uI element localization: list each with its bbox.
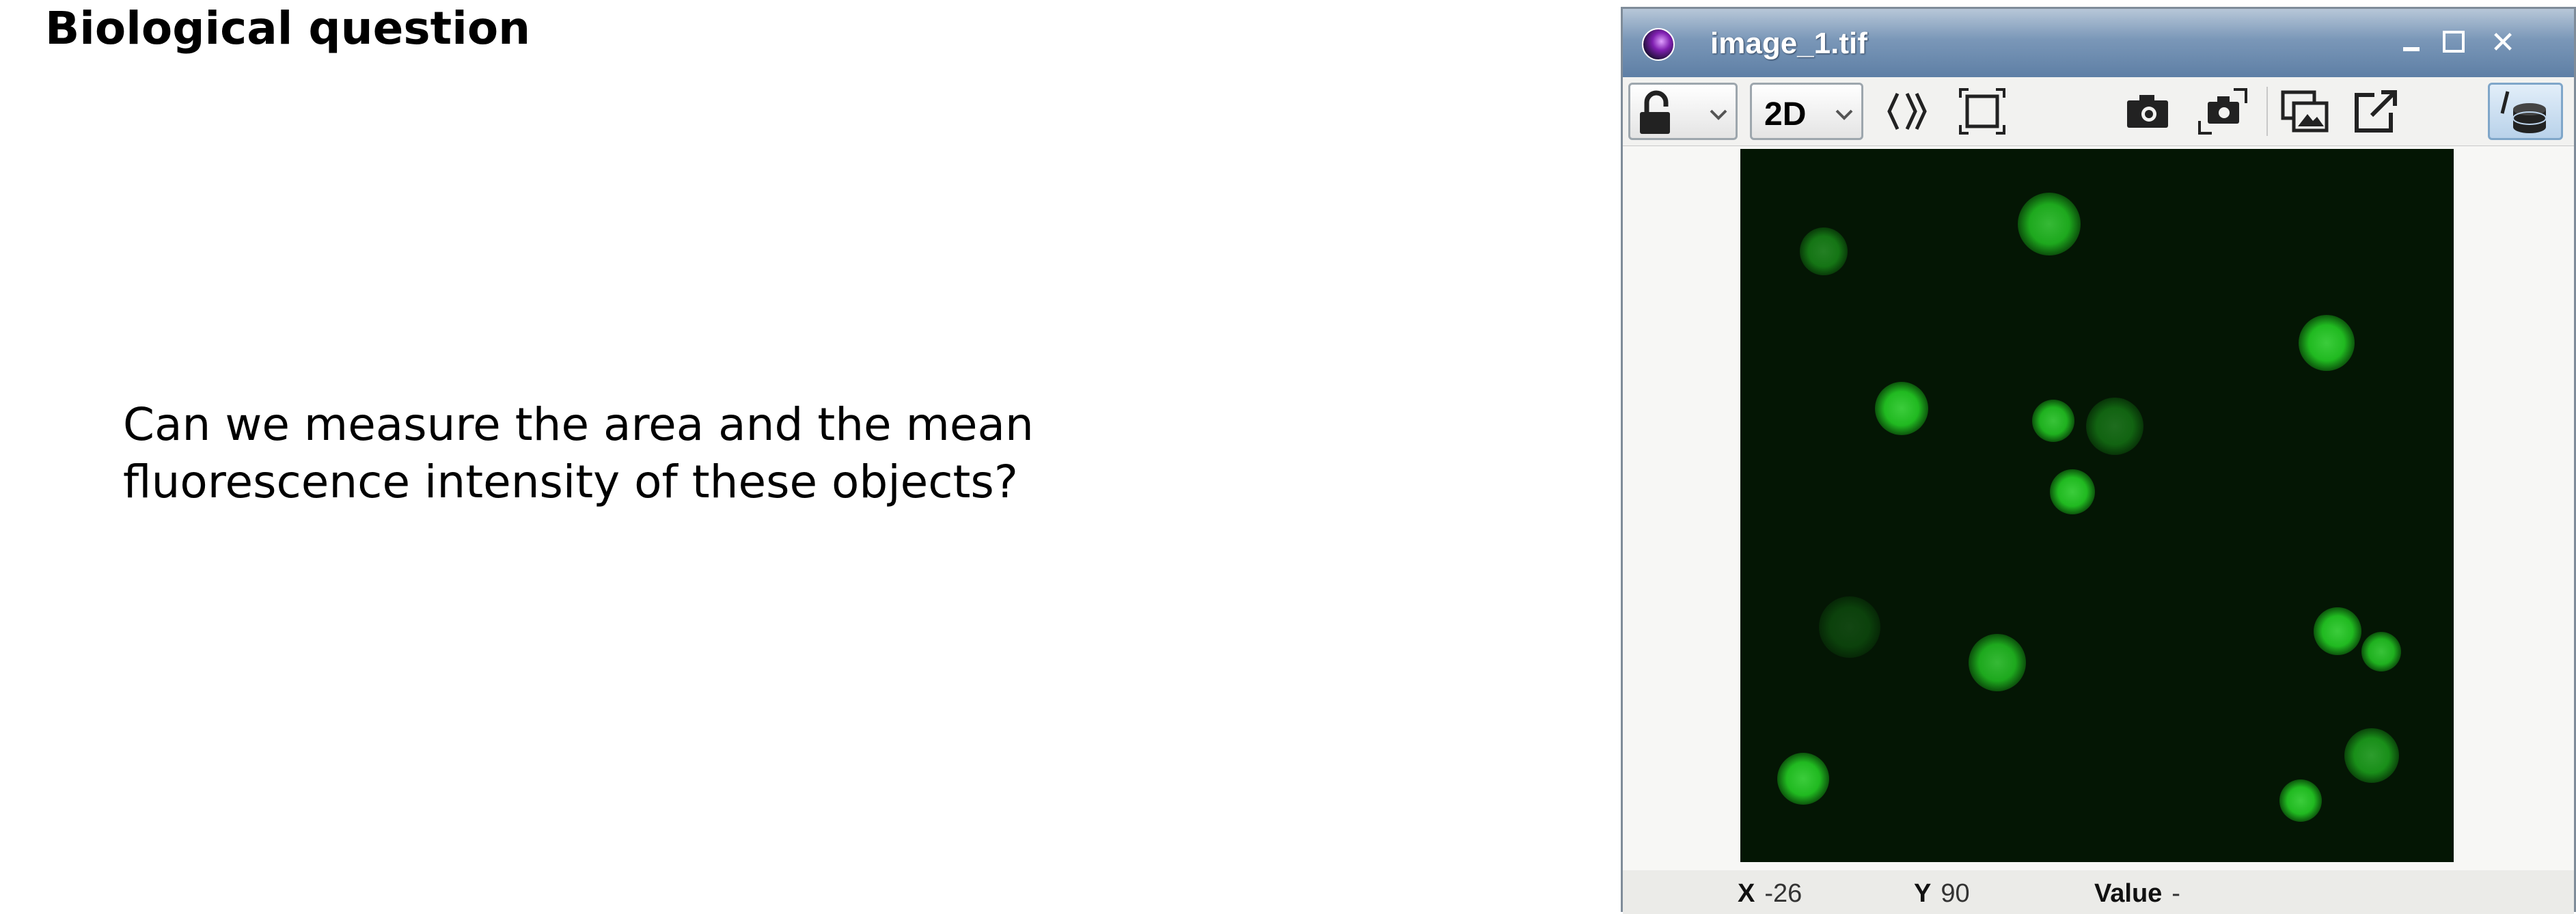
fit-to-window-icon [1959,88,2005,135]
fluorescent-object [2314,607,2361,655]
app-icon [1642,28,1675,61]
fluorescent-object [2344,728,2399,783]
fluorescent-object [1875,382,1928,435]
image-canvas-area[interactable] [1623,146,2574,870]
chevron-down-icon [1710,109,1727,120]
x-value: -26 [1764,879,1803,908]
maximize-button[interactable] [2437,25,2473,61]
duplicate-icon [2281,90,2329,133]
detach-button[interactable] [2347,83,2404,140]
value-value: - [2171,879,2180,908]
biological-question-text: Can we measure the area and the mean flu… [123,396,1148,511]
y-label: Y [1914,879,1932,908]
screenshot-original-icon [2198,88,2247,135]
lock-open-icon [1640,90,1670,134]
screenshot-icon [2127,95,2168,128]
viewer-window-title: image_1.tif [1710,27,1867,60]
detach-icon [2355,90,2397,133]
y-value: 90 [1941,879,1970,908]
layers-icon [2500,91,2547,133]
y-coordinate: Y 90 [1914,879,1970,909]
value-label: Value [2094,879,2163,908]
fluorescent-object [2361,632,2401,671]
fit-to-window-button[interactable] [1954,83,2011,140]
lock-dropdown[interactable] [1628,83,1738,140]
question-line: Can we measure the area and the mean [123,398,1034,451]
toolbar-separator [2266,87,2268,136]
minimize-icon [2403,47,2420,51]
viewer-statusbar: X -26 Y 90 Value - [1623,871,2574,914]
close-icon: ✕ [2490,25,2516,60]
zoom-step-button[interactable] [1881,83,1938,140]
fluorescence-image[interactable] [1740,149,2454,862]
pixel-value: Value - [2094,879,2180,909]
screenshot-original-button[interactable] [2194,83,2251,140]
viewer-titlebar[interactable]: image_1.tif ✕ [1623,9,2574,77]
screenshot-button[interactable] [2119,83,2176,140]
fluorescent-object [1800,227,1848,275]
duplicate-button[interactable] [2276,83,2333,140]
chevron-down-icon [1835,109,1853,120]
fluorescent-object [2018,193,2081,255]
fluorescent-object [2279,779,2322,822]
question-line: fluorescence intensity of these objects? [123,456,1018,508]
viewer-toolbar: 2D [1623,77,2574,146]
view-mode-dropdown[interactable]: 2D [1750,83,1863,140]
layers-button[interactable] [2488,83,2563,140]
close-button[interactable]: ✕ [2485,25,2521,61]
fluorescent-object [2086,398,2143,455]
fluorescent-object [1819,596,1880,658]
image-viewer-window: image_1.tif ✕ 2D X -26 Y 90 Value - [1621,7,2576,914]
x-label: X [1738,879,1755,908]
minimize-button[interactable] [2394,25,2429,61]
x-coordinate: X -26 [1738,879,1802,909]
fluorescent-object [2050,469,2095,514]
slide-title: Biological question [45,2,531,55]
fluorescent-object [1969,634,2026,691]
maximize-icon [2443,31,2465,53]
zoom-step-icon [1887,92,1927,130]
fluorescent-object [1777,753,1829,805]
fluorescent-object [2299,315,2355,371]
view-mode-label: 2D [1764,96,1807,133]
fluorescent-object [2032,400,2074,442]
